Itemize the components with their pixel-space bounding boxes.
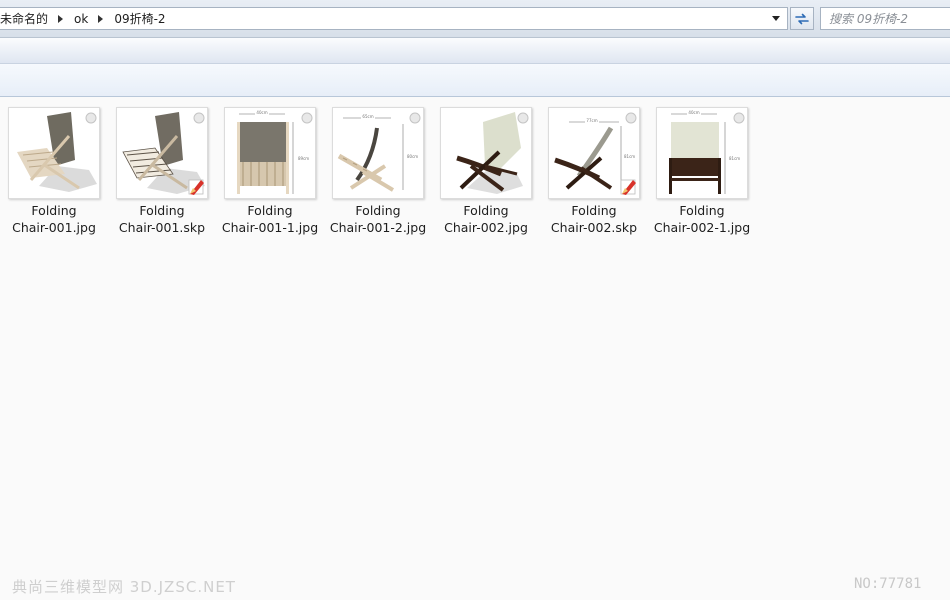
file-name: Folding Chair-001.jpg: [0, 202, 108, 236]
breadcrumb-chevron-icon[interactable]: [52, 8, 68, 29]
file-name-line2: Chair-001-1.jpg: [221, 220, 319, 235]
file-name: Folding Chair-001.skp: [108, 202, 216, 236]
file-name-line1: Folding: [679, 203, 725, 218]
file-name-line2: Chair-002.jpg: [444, 220, 528, 235]
file-item[interactable]: Folding Chair-002.jpg: [432, 105, 540, 239]
watermark-number: NO:77781: [854, 576, 922, 592]
file-name: Folding Chair-002.jpg: [432, 202, 540, 236]
sketchup-badge-icon: [188, 179, 204, 195]
sketchup-badge-icon: [620, 179, 636, 195]
file-item[interactable]: 65cm 80cm Folding Chair-001-2.jpg: [324, 105, 432, 239]
file-name: Folding Chair-001-2.jpg: [324, 202, 432, 236]
svg-text:81cm: 81cm: [624, 154, 635, 159]
file-name-line1: Folding: [355, 203, 401, 218]
command-bar: [0, 38, 950, 64]
svg-text:81cm: 81cm: [729, 156, 740, 161]
file-name-line2: Chair-001-2.jpg: [329, 220, 427, 235]
file-item[interactable]: 40cm 81cm Folding Chair-002-1.jpg: [648, 105, 756, 239]
chair-002-front-view-icon: 40cm 81cm: [656, 107, 748, 199]
chair-001-model-icon: [116, 107, 208, 199]
file-name-line2: Chair-002-1.jpg: [653, 220, 751, 235]
chair-001-front-view-icon: 40cm 89cm: [224, 107, 316, 199]
file-name: Folding Chair-001-1.jpg: [216, 202, 324, 236]
file-name-line1: Folding: [571, 203, 617, 218]
svg-text:80cm: 80cm: [407, 154, 418, 159]
file-item[interactable]: Folding Chair-001.skp: [108, 105, 216, 239]
chair-001-render-icon: [8, 107, 100, 199]
file-name-line2: Chair-001.skp: [118, 220, 206, 235]
file-name-line1: Folding: [31, 203, 77, 218]
breadcrumb-chevron-icon[interactable]: [92, 8, 108, 29]
chair-002-render-icon: [440, 107, 532, 199]
file-name-line1: Folding: [247, 203, 293, 218]
breadcrumb-item-parent[interactable]: 未命名的: [0, 8, 52, 29]
svg-text:40cm: 40cm: [688, 110, 699, 115]
file-name-line2: Chair-002.skp: [550, 220, 638, 235]
watermark-site: 典尚三维模型网 3D.JZSC.NET: [12, 578, 236, 596]
toolbar-strip: [0, 64, 950, 97]
breadcrumb-item-ok[interactable]: ok: [68, 8, 92, 29]
file-list-pane: Folding Chair-001.jpg Folding Chair-001.…: [0, 97, 950, 600]
svg-text:65cm: 65cm: [362, 114, 373, 119]
file-name-line2: Chair-001.jpg: [12, 220, 96, 235]
file-name-line1: Folding: [463, 203, 509, 218]
svg-text:89cm: 89cm: [298, 156, 309, 161]
search-input[interactable]: 搜索 09折椅-2: [820, 7, 950, 30]
refresh-button[interactable]: [790, 7, 814, 30]
chair-001-side-view-icon: 65cm 80cm: [332, 107, 424, 199]
svg-text:77cm: 77cm: [586, 118, 597, 123]
breadcrumb-item-current[interactable]: 09折椅-2: [108, 8, 169, 29]
svg-text:40cm: 40cm: [256, 110, 267, 115]
address-dropdown-icon[interactable]: [769, 8, 783, 29]
navigation-bar: 未命名的 ok 09折椅-2 搜索 09折椅-2: [0, 0, 950, 38]
file-item[interactable]: 77cm 81cm Folding Chair-002.skp: [540, 105, 648, 239]
file-name: Folding Chair-002-1.jpg: [648, 202, 756, 236]
file-name: Folding Chair-002.skp: [540, 202, 648, 236]
file-item[interactable]: Folding Chair-001.jpg: [0, 105, 108, 239]
chair-002-model-icon: 77cm 81cm: [548, 107, 640, 199]
refresh-icon: [795, 13, 809, 24]
address-bar[interactable]: 未命名的 ok 09折椅-2: [0, 7, 788, 30]
file-item[interactable]: 40cm 89cm Folding Chair-001-1.jpg: [216, 105, 324, 239]
file-name-line1: Folding: [139, 203, 185, 218]
